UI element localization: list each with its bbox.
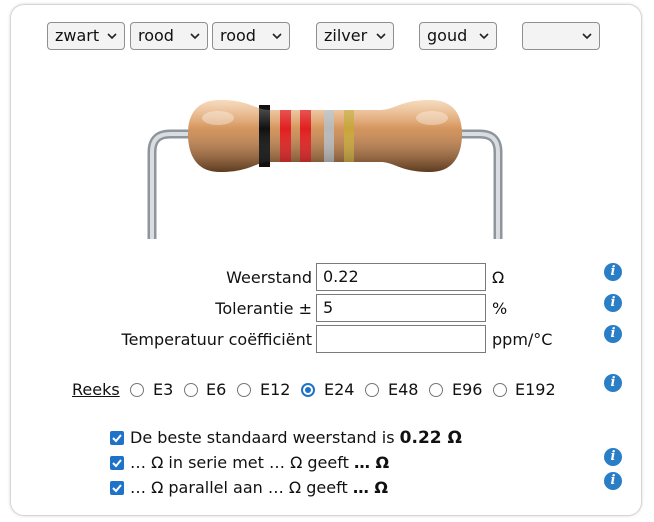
tolerance-input[interactable]: 5 (316, 294, 486, 322)
serial-checkbox[interactable] (110, 456, 124, 470)
band3-select[interactable]: rood (212, 22, 290, 50)
series-label: Reeks (72, 380, 120, 399)
chevron-down-icon (272, 33, 282, 40)
parallel-value: … Ω (352, 478, 388, 497)
radio-e6[interactable] (184, 383, 198, 397)
multiplier-select[interactable]: zilver (316, 22, 394, 50)
best-standard-label: De beste standaard weerstand is (130, 428, 395, 447)
info-icon[interactable]: i (604, 294, 622, 312)
parallel-text: … Ω parallel aan … Ω geeft … Ω (130, 478, 388, 497)
resistance-label: Weerstand (226, 268, 312, 287)
band2-select[interactable]: rood (130, 22, 208, 50)
radio-e6-label: E6 (206, 380, 227, 399)
radio-e48[interactable] (365, 383, 379, 397)
best-standard-text: De beste standaard weerstand is 0.22 Ω (130, 428, 462, 448)
info-icon[interactable]: i (604, 448, 622, 466)
radio-e3[interactable] (130, 383, 144, 397)
tolerance-select[interactable]: goud (419, 22, 497, 50)
tempco-select[interactable] (522, 22, 600, 50)
checkmark-icon (112, 484, 122, 493)
tolerance-label: Tolerantie ± (215, 299, 312, 318)
parallel-label: … Ω parallel aan … Ω geeft (130, 478, 348, 497)
chevron-down-icon (376, 33, 386, 40)
best-standard-checkbox[interactable] (110, 431, 124, 445)
band1-value: zwart (55, 26, 100, 45)
parallel-checkbox[interactable] (110, 481, 124, 495)
radio-e12[interactable] (237, 383, 251, 397)
serial-value: … Ω (353, 453, 390, 472)
radio-e12-label: E12 (260, 380, 291, 399)
band3-value: rood (220, 26, 256, 45)
info-icon[interactable]: i (604, 263, 622, 281)
tolerance-unit: % (492, 299, 508, 318)
multiplier-value: zilver (324, 26, 368, 45)
info-icon[interactable]: i (604, 472, 622, 490)
radio-e3-label: E3 (153, 380, 174, 399)
checkmark-icon (112, 459, 122, 468)
resistance-input[interactable]: 0.22 (316, 263, 486, 291)
tempco-unit: ppm/°C (492, 330, 553, 349)
band2-value: rood (138, 26, 174, 45)
radio-e24-label: E24 (324, 380, 355, 399)
tempco-input[interactable] (316, 325, 486, 353)
resistor-image (147, 100, 503, 239)
radio-e96[interactable] (429, 383, 443, 397)
chevron-down-icon (479, 33, 489, 40)
radio-e192-label: E192 (515, 380, 556, 399)
info-icon[interactable]: i (604, 325, 622, 343)
radio-e24[interactable] (301, 383, 315, 397)
info-icon[interactable]: i (604, 374, 622, 392)
chevron-down-icon (190, 33, 200, 40)
band1-select[interactable]: zwart (47, 22, 125, 50)
radio-e192[interactable] (493, 383, 507, 397)
best-standard-value: 0.22 Ω (399, 428, 462, 448)
chevron-down-icon (582, 33, 592, 40)
radio-e96-label: E96 (452, 380, 483, 399)
radio-e48-label: E48 (388, 380, 419, 399)
serial-label: … Ω in serie met … Ω geeft (130, 453, 349, 472)
resistance-unit: Ω (492, 268, 505, 287)
serial-text: … Ω in serie met … Ω geeft … Ω (130, 453, 389, 472)
tolerance-band-value: goud (427, 26, 468, 45)
checkmark-icon (112, 434, 122, 443)
chevron-down-icon (107, 33, 117, 40)
tempco-label: Temperatuur coëfficiënt (121, 330, 312, 349)
